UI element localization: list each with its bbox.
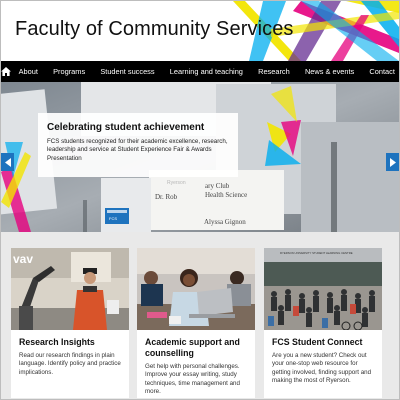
home-icon [1, 67, 11, 76]
hero-title[interactable]: Celebrating student achievement [47, 122, 229, 133]
certificate-faint: Ryerson [167, 180, 186, 186]
certificate-line: Health Science [205, 191, 248, 199]
card-text: Read our research findings in plain lang… [19, 352, 121, 376]
hero-carousel[interactable]: Ryerson Dr. Rob ary Club Health Science … [1, 82, 399, 232]
chevron-left-icon [4, 157, 11, 167]
card-text: Get help with personal challenges. Impro… [145, 363, 240, 396]
carousel-prev-button[interactable] [1, 153, 14, 171]
card-research-insights[interactable]: vav Research Insights Read our research … [11, 248, 129, 398]
academic-support-image [137, 248, 255, 330]
nav-item-contact[interactable]: Contact [362, 61, 400, 82]
main-nav: About Programs Student success Learning … [1, 61, 399, 82]
card-text: Are you a new student? Check out your on… [272, 352, 372, 385]
nav-item-research[interactable]: Research [251, 61, 298, 82]
carousel-next-button[interactable] [386, 153, 399, 171]
nav-item-news-events[interactable]: News & events [297, 61, 361, 82]
site-title[interactable]: Faculty of Community Services [15, 18, 294, 41]
card-student-connect[interactable]: RYERSON UNIVERSITY STUDENT LEARNING CENT… [264, 248, 382, 398]
card-academic-support[interactable]: Academic support and counselling Get hel… [137, 248, 255, 398]
hero-caption[interactable]: Celebrating student achievement FCS stud… [38, 113, 238, 177]
certificate-line: ary Club [205, 182, 230, 190]
certificate-name: Alyssa Gignon [204, 218, 246, 226]
student-connect-image [264, 248, 382, 330]
chevron-right-icon [389, 157, 396, 167]
nav-item-learning-and-teaching[interactable]: Learning and teaching [162, 61, 250, 82]
card-image-caption: vav [13, 252, 34, 266]
hero-text: FCS students recognized for their academ… [47, 138, 228, 162]
card-title[interactable]: Academic support and counselling [137, 330, 255, 359]
nav-home-button[interactable] [1, 61, 11, 82]
card-title[interactable]: Research Insights [11, 330, 129, 348]
nav-item-about[interactable]: About [11, 61, 46, 82]
card-image-caption: RYERSON UNIVERSITY STUDENT LEARNING CENT… [280, 251, 353, 255]
card-title[interactable]: FCS Student Connect [264, 330, 382, 348]
nav-item-programs[interactable]: Programs [46, 61, 93, 82]
certificate-line: Dr. Rob [155, 193, 178, 201]
site-header: Faculty of Community Services [1, 1, 399, 61]
certificate-overlay: FCS [109, 216, 117, 221]
nav-item-student-success[interactable]: Student success [93, 61, 162, 82]
